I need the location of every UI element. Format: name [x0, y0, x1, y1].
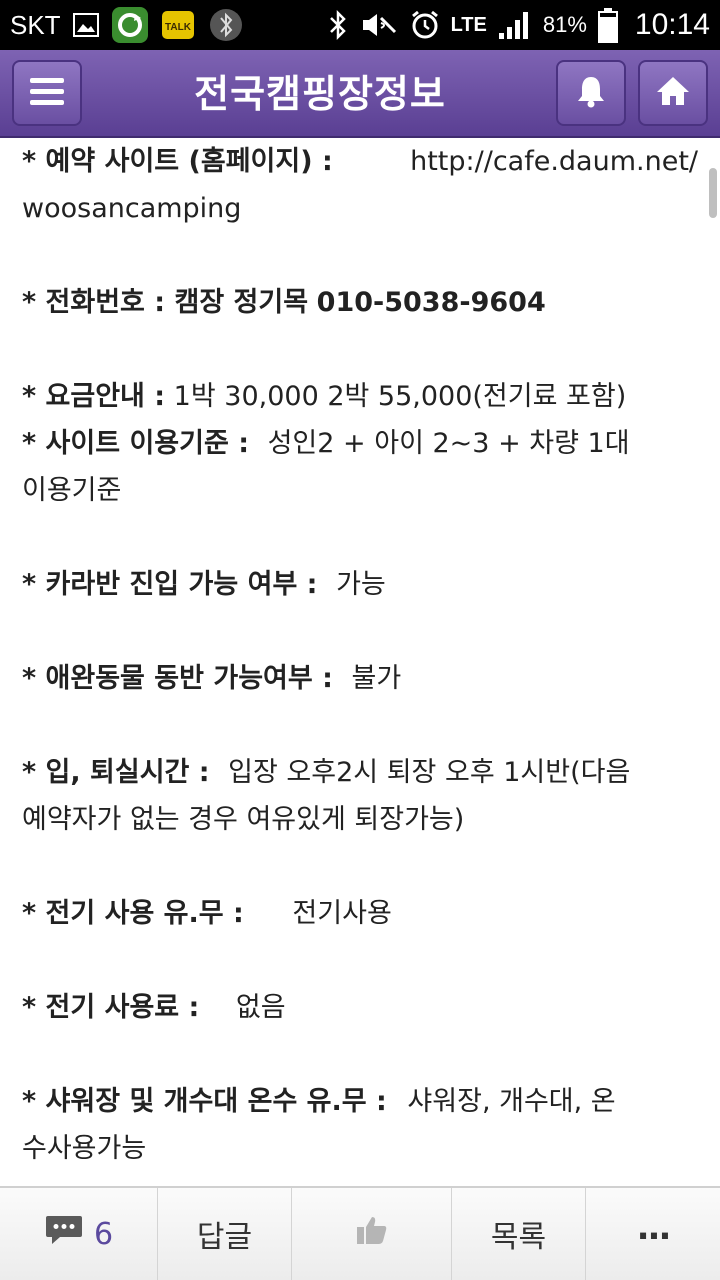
- electric-fee-label: * 전기 사용료 :: [22, 992, 200, 1023]
- battery-icon: [597, 7, 619, 43]
- reply-button[interactable]: 답글: [158, 1188, 292, 1280]
- alarm-icon: [409, 9, 441, 41]
- bell-icon: [575, 74, 607, 112]
- more-button[interactable]: ...: [586, 1188, 720, 1280]
- more-dots: ...: [636, 1208, 672, 1248]
- post-content: * 예약 사이트 (홈페이지) : http://cafe.daum.net/ …: [0, 138, 720, 1186]
- electric-label: * 전기 사용 유.무 :: [22, 898, 244, 929]
- refresh-app-icon: [111, 6, 149, 44]
- signal-icon: [497, 9, 533, 41]
- electric-fee-value: 없음: [235, 992, 286, 1023]
- fee-value: 1박 30,000 2박 55,000(전기료 포함): [173, 381, 627, 412]
- battery-percent: 81%: [542, 12, 587, 37]
- hamburger-icon: [28, 75, 66, 111]
- checkin-value: 입장 오후2시 퇴장 오후 1시반(다음: [228, 757, 631, 788]
- reservation-url[interactable]: http://cafe.daum.net/: [410, 138, 698, 185]
- electric-row: * 전기 사용 유.무 : 전기사용: [22, 890, 698, 937]
- checkin-cont: 예약자가 없는 경우 여유있게 퇴장가능): [22, 804, 465, 835]
- phone-label: * 전화번호 : 캠장 정기목: [22, 287, 309, 318]
- pets-label: * 애완동물 동반 가능여부 :: [22, 663, 333, 694]
- gallery-icon: [72, 13, 99, 37]
- home-icon: [655, 75, 691, 111]
- phone-row: * 전화번호 : 캠장 정기목 010-5038-9604: [22, 279, 698, 326]
- list-button[interactable]: 목록: [452, 1188, 586, 1280]
- caravan-value: 가능: [336, 569, 386, 600]
- menu-button[interactable]: [12, 60, 82, 126]
- site-rule-label: * 사이트 이용기준 :: [22, 428, 249, 459]
- reservation-label: * 예약 사이트 (홈페이지) :: [22, 146, 333, 177]
- electric-value: 전기사용: [292, 898, 392, 929]
- like-button[interactable]: [292, 1188, 452, 1280]
- shower-value: 샤워장, 개수대, 온: [407, 1086, 616, 1117]
- comments-button[interactable]: 6: [0, 1188, 158, 1280]
- scrollbar[interactable]: [709, 168, 717, 218]
- shower-label: * 샤워장 및 개수대 온수 유.무 :: [22, 1086, 387, 1117]
- bluetooth-app-icon: [207, 6, 245, 44]
- checkin-label: * 입, 퇴실시간 :: [22, 757, 210, 788]
- site-rule-cont: 이용기준: [22, 475, 122, 506]
- svg-text:TALK: TALK: [165, 22, 192, 33]
- site-rule-row: * 사이트 이용기준 : 성인2 + 아이 2~3 + 차량 1대: [22, 420, 698, 467]
- network-type: LTE: [450, 13, 487, 36]
- comment-bubble-icon: [44, 1213, 84, 1255]
- shower-row: * 샤워장 및 개수대 온수 유.무 : 샤워장, 개수대, 온: [22, 1078, 698, 1125]
- shower-cont: 수사용가능: [22, 1133, 147, 1164]
- caravan-row: * 카라반 진입 가능 여부 : 가능: [22, 561, 698, 608]
- site-rule-value: 성인2 + 아이 2~3 + 차량 1대: [267, 428, 630, 459]
- thumbs-up-icon: [355, 1214, 389, 1254]
- comment-count: 6: [93, 1216, 114, 1252]
- mute-icon: [359, 10, 399, 40]
- home-button[interactable]: [638, 60, 708, 126]
- carrier-label: SKT: [10, 9, 61, 40]
- reservation-url-cont[interactable]: woosancamping: [22, 185, 698, 232]
- bottom-toolbar: 6 답글 목록 ...: [0, 1186, 720, 1280]
- checkin-row: * 입, 퇴실시간 : 입장 오후2시 퇴장 오후 1시반(다음: [22, 749, 698, 796]
- bluetooth-icon: [327, 9, 349, 41]
- clock: 10:14: [634, 8, 710, 41]
- fee-label: * 요금안내 :: [22, 381, 166, 412]
- app-header: 전국캠핑장정보: [0, 50, 720, 138]
- fee-row: * 요금안내 : 1박 30,000 2박 55,000(전기료 포함): [22, 373, 698, 420]
- phone-number[interactable]: 010-5038-9604: [317, 287, 546, 318]
- notification-button[interactable]: [556, 60, 626, 126]
- status-bar: SKT TALK LTE 81% 10:14: [0, 0, 720, 50]
- reservation-row: * 예약 사이트 (홈페이지) : http://cafe.daum.net/: [22, 138, 698, 185]
- caravan-label: * 카라반 진입 가능 여부 :: [22, 569, 318, 600]
- electric-fee-row: * 전기 사용료 : 없음: [22, 984, 698, 1031]
- pets-value: 불가: [351, 663, 402, 694]
- pets-row: * 애완동물 동반 가능여부 : 불가: [22, 655, 698, 702]
- kakaotalk-icon: TALK: [161, 10, 195, 40]
- page-title: 전국캠핑장정보: [194, 72, 446, 116]
